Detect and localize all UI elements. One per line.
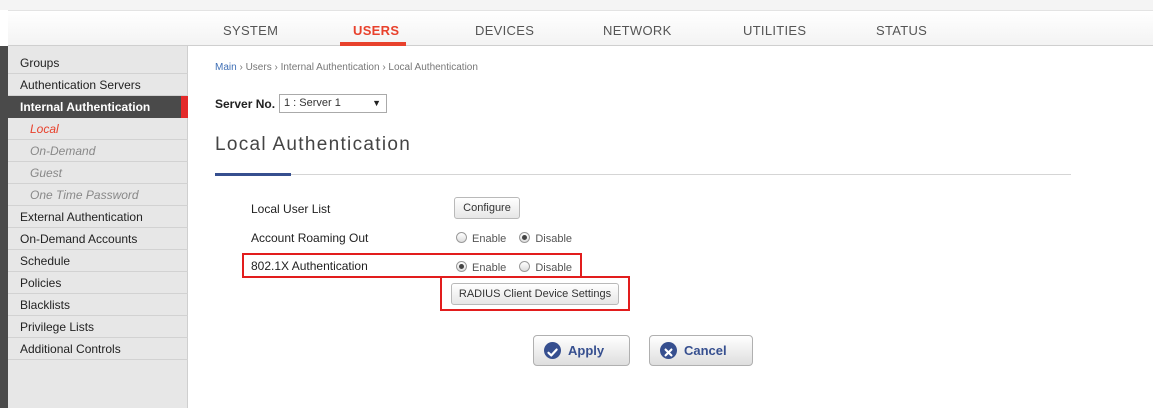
- sidebar-subitem-guest[interactable]: Guest: [8, 162, 188, 184]
- sidebar-subitem-local[interactable]: Local: [8, 118, 188, 140]
- main-content: Main › Users › Internal Authentication ›…: [189, 46, 1153, 408]
- radius-highlight-box: [440, 276, 630, 311]
- breadcrumb-main-link[interactable]: Main: [215, 62, 237, 73]
- sidebar-item-privilege-lists[interactable]: Privilege Lists: [8, 316, 188, 338]
- top-strip: [0, 0, 1153, 10]
- top-navigation: SYSTEM USERS DEVICES NETWORK UTILITIES S…: [8, 10, 1153, 46]
- breadcrumb-path: › Users › Internal Authentication › Loca…: [236, 62, 478, 73]
- nav-status[interactable]: STATUS: [876, 23, 927, 38]
- cancel-label: Cancel: [684, 343, 727, 358]
- sidebar-item-policies[interactable]: Policies: [8, 272, 188, 294]
- sidebar: Groups Authentication Servers Internal A…: [8, 46, 188, 408]
- sidebar-item-blacklists[interactable]: Blacklists: [8, 294, 188, 316]
- server-selected-value: 1 : Server 1: [284, 97, 341, 109]
- left-edge-bar: [0, 46, 8, 408]
- server-number-label: Server No.: [215, 97, 276, 111]
- sidebar-item-authentication-servers[interactable]: Authentication Servers: [8, 74, 188, 96]
- active-marker: [181, 96, 188, 118]
- sidebar-subitem-on-demand[interactable]: On-Demand: [8, 140, 188, 162]
- nav-devices[interactable]: DEVICES: [475, 23, 534, 38]
- title-accent-bar: [215, 173, 291, 176]
- nav-system[interactable]: SYSTEM: [223, 23, 278, 38]
- account-roaming-label: Account Roaming Out: [251, 231, 369, 245]
- title-divider: [215, 174, 1071, 175]
- sidebar-item-groups[interactable]: Groups: [8, 52, 188, 74]
- apply-button[interactable]: Apply: [533, 335, 630, 366]
- sidebar-item-on-demand-accounts[interactable]: On-Demand Accounts: [8, 228, 188, 250]
- nav-utilities[interactable]: UTILITIES: [743, 23, 806, 38]
- sidebar-item-additional-controls[interactable]: Additional Controls: [8, 338, 188, 360]
- sidebar-item-schedule[interactable]: Schedule: [8, 250, 188, 272]
- cancel-button[interactable]: Cancel: [649, 335, 753, 366]
- sidebar-item-internal-authentication[interactable]: Internal Authentication: [8, 96, 188, 118]
- dot1x-highlight-box: [242, 253, 582, 278]
- roaming-disable-radio[interactable]: [519, 232, 531, 243]
- roaming-enable-text: Enable: [472, 233, 507, 245]
- close-circle-icon: [660, 342, 677, 359]
- configure-button[interactable]: Configure: [454, 197, 520, 219]
- breadcrumb: Main › Users › Internal Authentication ›…: [215, 62, 478, 73]
- roaming-radio-group: Enable Disable: [456, 232, 582, 245]
- page-title: Local Authentication: [215, 134, 412, 155]
- dropdown-caret-icon: ▼: [372, 98, 381, 108]
- sidebar-item-external-authentication[interactable]: External Authentication: [8, 206, 188, 228]
- server-number-select[interactable]: 1 : Server 1 ▼: [279, 94, 387, 113]
- apply-label: Apply: [568, 343, 605, 358]
- sidebar-item-label: Internal Authentication: [20, 100, 151, 114]
- check-circle-icon: [544, 342, 561, 359]
- nav-network[interactable]: NETWORK: [603, 23, 672, 38]
- local-user-list-label: Local User List: [251, 202, 331, 216]
- roaming-enable-radio[interactable]: [456, 232, 467, 243]
- sidebar-subitem-one-time-password[interactable]: One Time Password: [8, 184, 188, 206]
- roaming-disable-text: Disable: [535, 233, 573, 245]
- nav-users[interactable]: USERS: [353, 23, 399, 38]
